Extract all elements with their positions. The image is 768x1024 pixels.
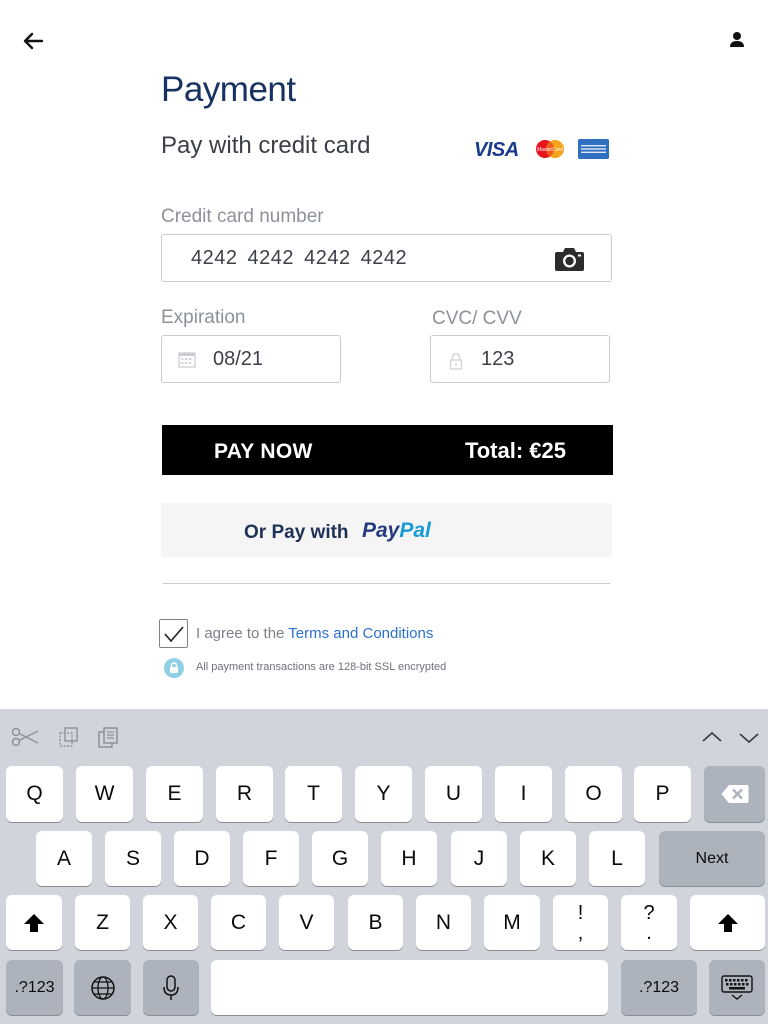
- key-c[interactable]: C: [211, 895, 266, 950]
- key-h[interactable]: H: [381, 831, 437, 886]
- shift-key-left[interactable]: [6, 895, 62, 950]
- key-question-period[interactable]: ?.: [621, 895, 677, 950]
- ssl-lock-icon: [164, 658, 184, 678]
- arrow-left-icon: [23, 32, 44, 50]
- paste-icon: [98, 727, 118, 748]
- scan-card-button[interactable]: [554, 245, 585, 272]
- backspace-icon: [721, 785, 748, 803]
- payment-method-subtitle: Pay with credit card: [161, 132, 371, 159]
- key-p[interactable]: P: [634, 766, 691, 822]
- key-b[interactable]: B: [348, 895, 403, 950]
- key-a[interactable]: A: [36, 831, 92, 886]
- expiration-label: Expiration: [161, 307, 246, 328]
- on-screen-keyboard: Q W E R T Y U I O P A S D F G H J K L Ne…: [0, 709, 768, 1024]
- user-icon: [730, 32, 744, 47]
- key-v[interactable]: V: [279, 895, 334, 950]
- chevron-up-icon: [702, 731, 722, 742]
- hide-keyboard-key[interactable]: [709, 960, 765, 1015]
- hide-keyboard-icon: [721, 974, 753, 1000]
- next-key[interactable]: Next: [659, 831, 765, 886]
- card-number-label: Credit card number: [161, 206, 324, 227]
- card-number-value: 4242 4242 4242 4242: [191, 247, 408, 269]
- key-s[interactable]: S: [105, 831, 161, 886]
- terms-link[interactable]: Terms and Conditions: [288, 625, 433, 642]
- expiration-input[interactable]: 08/21: [161, 335, 341, 383]
- user-button[interactable]: [726, 28, 748, 52]
- checkmark-icon: [164, 626, 184, 643]
- amex-logo: [578, 139, 609, 159]
- key-u[interactable]: U: [425, 766, 482, 822]
- camera-icon: [555, 248, 584, 271]
- cut-button[interactable]: [10, 725, 40, 749]
- mastercard-text: MasterCard: [537, 147, 563, 153]
- previous-field-button[interactable]: [698, 725, 728, 749]
- divider: [163, 583, 610, 584]
- key-k[interactable]: K: [520, 831, 576, 886]
- key-z[interactable]: Z: [75, 895, 130, 950]
- paypal-logo: PayPal: [362, 519, 431, 542]
- space-key[interactable]: [211, 960, 608, 1015]
- key-t[interactable]: T: [285, 766, 342, 822]
- order-total: Total: €25: [464, 438, 566, 463]
- key-q[interactable]: Q: [6, 766, 63, 822]
- calendar-icon: [178, 352, 196, 368]
- backspace-key[interactable]: [704, 766, 765, 822]
- lock-icon: [449, 353, 463, 370]
- expiration-value: 08/21: [213, 348, 264, 370]
- card-number-input[interactable]: 4242 4242 4242 4242: [161, 234, 612, 282]
- key-m[interactable]: M: [484, 895, 540, 950]
- key-n[interactable]: N: [416, 895, 471, 950]
- next-field-button[interactable]: [736, 725, 766, 749]
- shift-key-right[interactable]: [690, 895, 765, 950]
- shift-icon: [717, 913, 738, 932]
- cvc-label: CVC/ CVV: [432, 308, 522, 329]
- numbers-key-right[interactable]: .?123: [621, 960, 697, 1015]
- copy-button[interactable]: [56, 725, 86, 749]
- pay-now-button[interactable]: PAY NOW Total: €25: [162, 425, 613, 475]
- key-o[interactable]: O: [565, 766, 622, 822]
- terms-checkbox[interactable]: [159, 619, 188, 648]
- copy-icon: [59, 727, 78, 747]
- key-f[interactable]: F: [243, 831, 299, 886]
- dictation-key[interactable]: [143, 960, 199, 1015]
- mastercard-logo: MasterCard: [534, 139, 566, 159]
- key-j[interactable]: J: [451, 831, 507, 886]
- key-x[interactable]: X: [143, 895, 198, 950]
- key-w[interactable]: W: [76, 766, 133, 822]
- key-g[interactable]: G: [312, 831, 368, 886]
- key-e[interactable]: E: [146, 766, 203, 822]
- language-key[interactable]: [74, 960, 131, 1015]
- visa-logo: VISA: [474, 139, 519, 161]
- globe-icon: [90, 975, 115, 1000]
- key-l[interactable]: L: [589, 831, 645, 886]
- chevron-down-icon: [739, 733, 759, 744]
- pay-now-label: PAY NOW: [214, 440, 313, 463]
- cvc-input[interactable]: 123: [430, 335, 610, 383]
- microphone-icon: [163, 974, 179, 1000]
- cvc-value: 123: [481, 348, 515, 370]
- terms-agreement-text: I agree to the Terms and Conditions: [196, 625, 434, 642]
- key-exclamation-comma[interactable]: !,: [553, 895, 608, 950]
- key-r[interactable]: R: [216, 766, 273, 822]
- ssl-note: All payment transactions are 128-bit SSL…: [196, 661, 447, 673]
- scissors-icon: [11, 727, 39, 747]
- numbers-key-left[interactable]: .?123: [6, 960, 63, 1015]
- key-d[interactable]: D: [174, 831, 230, 886]
- page-title: Payment: [161, 70, 296, 109]
- key-i[interactable]: I: [495, 766, 552, 822]
- paypal-button[interactable]: Or Pay with PayPal: [161, 503, 612, 557]
- paypal-button-label: Or Pay with: [244, 522, 349, 543]
- back-button[interactable]: [18, 28, 48, 54]
- paste-button[interactable]: [95, 725, 125, 749]
- shift-icon: [24, 913, 44, 932]
- key-y[interactable]: Y: [355, 766, 412, 822]
